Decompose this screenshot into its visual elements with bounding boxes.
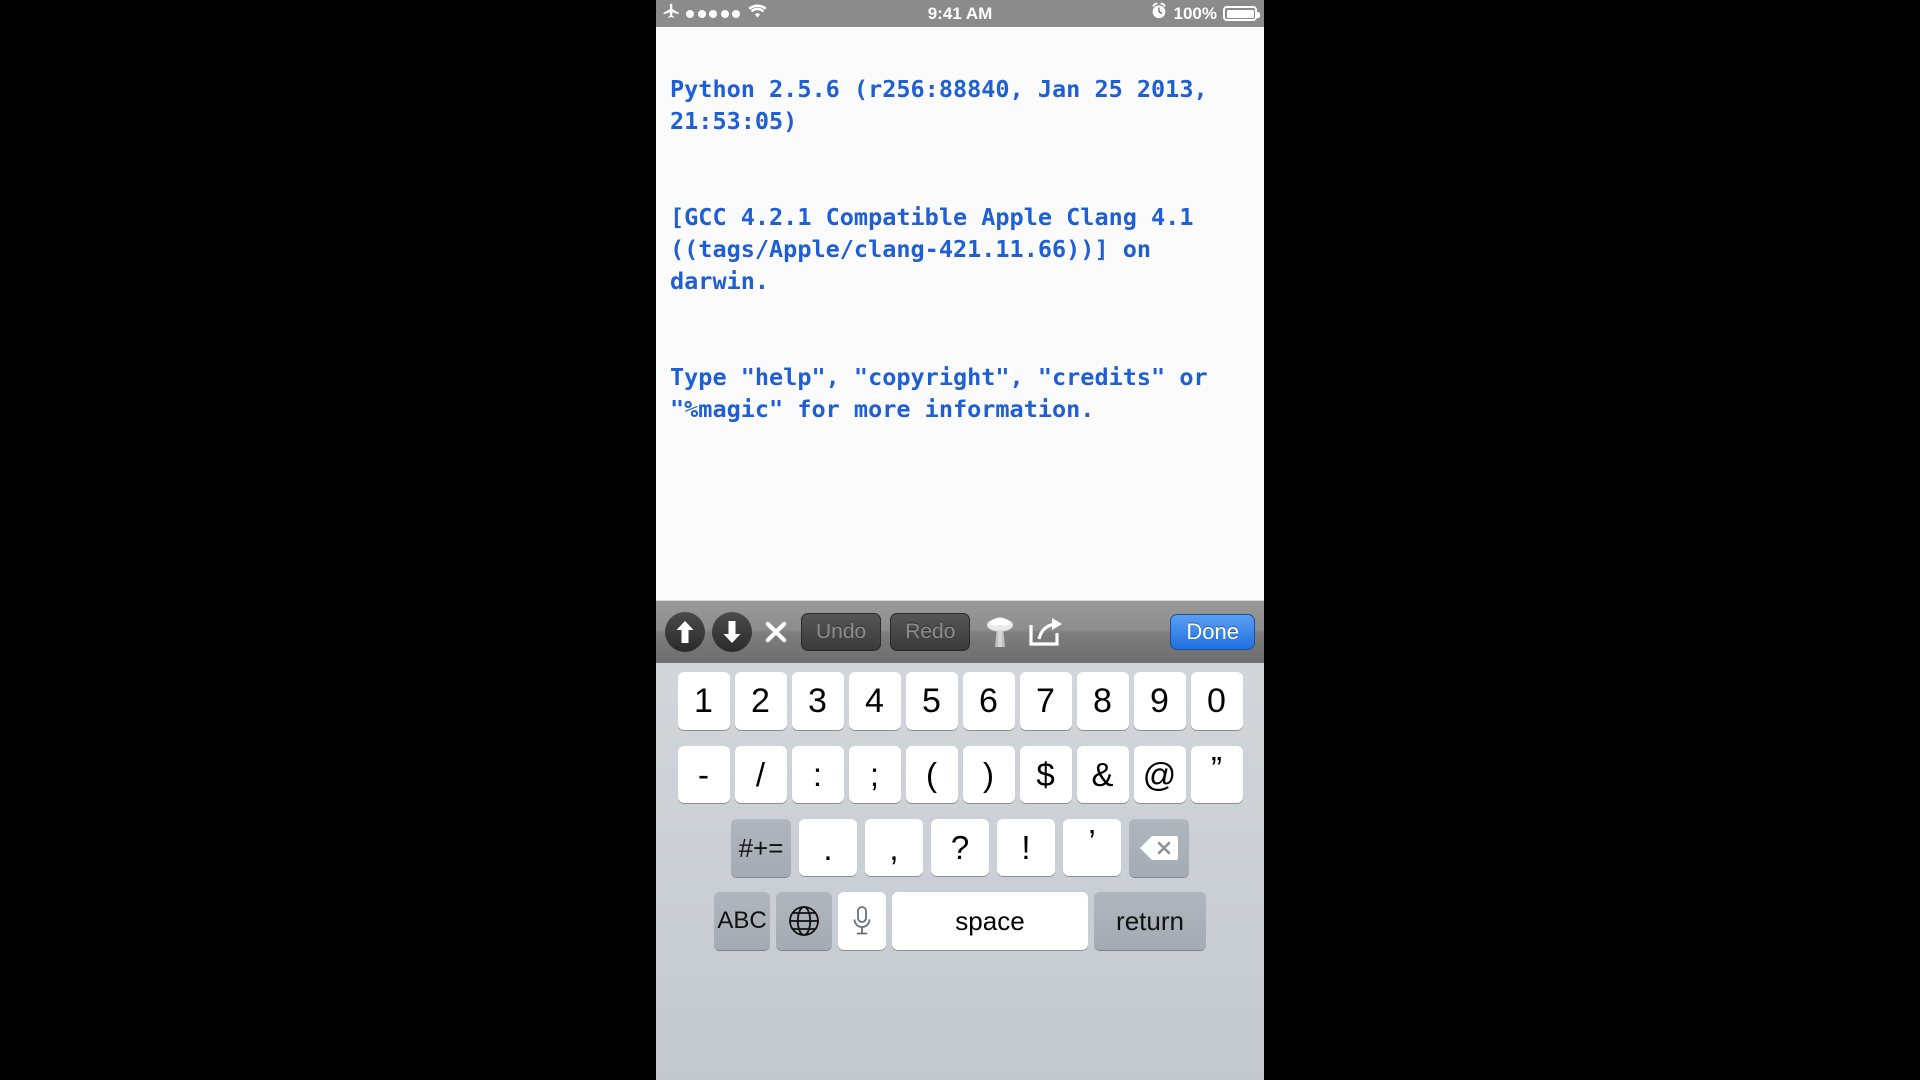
key-abc-toggle[interactable]: ABC	[714, 892, 770, 950]
key-hyphen[interactable]: -	[677, 746, 730, 803]
key-7[interactable]: 7	[1019, 672, 1072, 730]
microphone-icon[interactable]	[838, 892, 886, 950]
on-screen-keyboard: 1 2 3 4 5 6 7 8 9 0 - / : ; ( ) $ & @ ” …	[656, 663, 1264, 1080]
key-6[interactable]: 6	[962, 672, 1015, 730]
key-colon[interactable]: :	[791, 746, 844, 803]
keyboard-row-symbols: - / : ; ( ) $ & @ ”	[659, 746, 1261, 803]
lamp-icon-button[interactable]	[979, 613, 1021, 651]
console-banner-line: [GCC 4.2.1 Compatible Apple Clang 4.1 ((…	[670, 203, 1208, 295]
alarm-clock-icon	[1150, 2, 1168, 25]
key-paren-close[interactable]: )	[962, 746, 1015, 803]
keyboard-row-numbers: 1 2 3 4 5 6 7 8 9 0	[659, 672, 1261, 730]
key-dollar[interactable]: $	[1019, 746, 1072, 803]
phone-screen: Python 2.5.6 (r256:88840, Jan 25 2013, 2…	[656, 0, 1264, 1080]
undo-button[interactable]: Undo	[801, 613, 882, 651]
key-question[interactable]: ?	[931, 819, 989, 876]
editor-toolbar: Undo Redo Done	[656, 600, 1264, 663]
key-comma[interactable]: ,	[865, 819, 923, 876]
key-exclamation[interactable]: !	[997, 819, 1055, 876]
key-at[interactable]: @	[1133, 746, 1186, 803]
arrow-down-icon-button[interactable]	[712, 612, 752, 652]
key-double-quote[interactable]: ”	[1190, 746, 1243, 803]
status-bar-right: 100%	[1150, 0, 1260, 27]
arrow-up-icon-button[interactable]	[665, 612, 705, 652]
key-apostrophe[interactable]: ’	[1063, 819, 1121, 876]
keyboard-row-punctuation: #+= . , ? ! ’	[659, 819, 1261, 877]
console-banner-line: Python 2.5.6 (r256:88840, Jan 25 2013, 2…	[670, 75, 1222, 135]
battery-percent-label: 100%	[1173, 3, 1217, 23]
status-bar: 9:41 AM 100%	[656, 0, 1264, 27]
screenshot-root: Python 2.5.6 (r256:88840, Jan 25 2013, 2…	[0, 0, 1920, 1080]
key-return[interactable]: return	[1094, 892, 1206, 950]
key-5[interactable]: 5	[905, 672, 958, 730]
key-9[interactable]: 9	[1133, 672, 1186, 730]
backspace-icon[interactable]	[1129, 819, 1189, 877]
key-slash[interactable]: /	[734, 746, 787, 803]
key-2[interactable]: 2	[734, 672, 787, 730]
key-space[interactable]: space	[892, 892, 1088, 950]
key-ampersand[interactable]: &	[1076, 746, 1129, 803]
python-console-output[interactable]: Python 2.5.6 (r256:88840, Jan 25 2013, 2…	[656, 0, 1264, 871]
globe-icon[interactable]	[776, 892, 832, 950]
key-3[interactable]: 3	[791, 672, 844, 730]
key-symbols-toggle[interactable]: #+=	[731, 819, 791, 877]
key-8[interactable]: 8	[1076, 672, 1129, 730]
share-icon-button[interactable]	[1025, 617, 1067, 647]
keyboard-row-bottom: ABC space return	[659, 892, 1261, 950]
key-0[interactable]: 0	[1190, 672, 1243, 730]
battery-full-icon	[1223, 6, 1260, 21]
key-paren-open[interactable]: (	[905, 746, 958, 803]
redo-button[interactable]: Redo	[890, 613, 971, 651]
key-4[interactable]: 4	[848, 672, 901, 730]
done-button[interactable]: Done	[1170, 614, 1255, 650]
close-icon-button[interactable]	[759, 618, 793, 646]
key-period[interactable]: .	[799, 819, 857, 876]
key-semicolon[interactable]: ;	[848, 746, 901, 803]
console-banner-line: Type "help", "copyright", "credits" or "…	[670, 363, 1222, 423]
key-1[interactable]: 1	[677, 672, 730, 730]
